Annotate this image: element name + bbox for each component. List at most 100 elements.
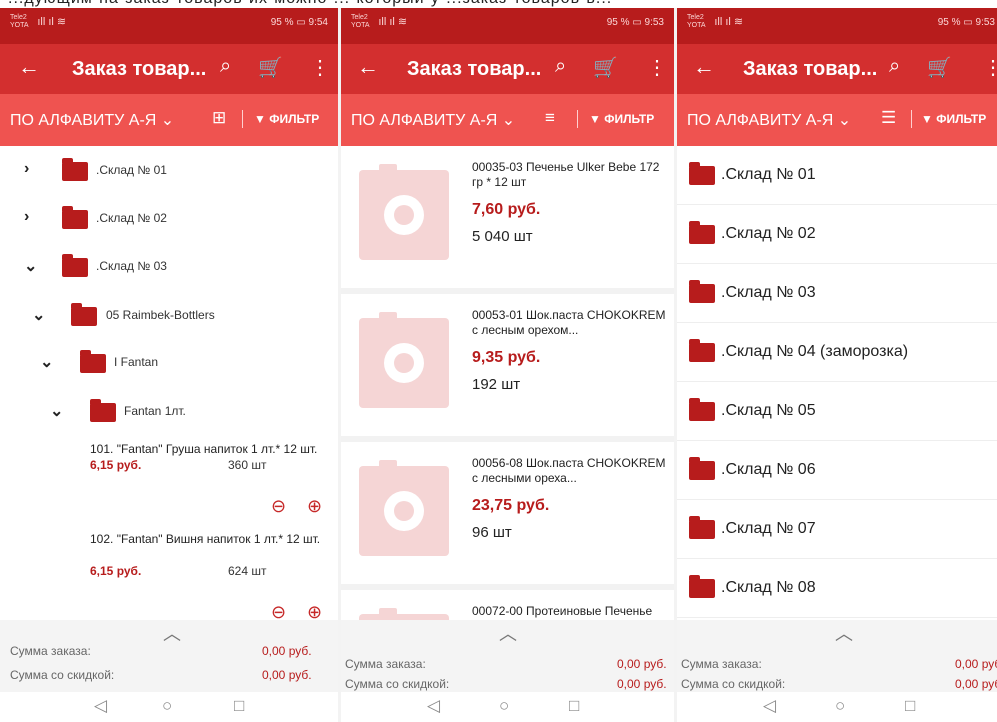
folder-icon bbox=[90, 399, 116, 422]
product-qty: 624 шт bbox=[228, 564, 267, 578]
page-title: Заказ товар... bbox=[407, 58, 542, 80]
warehouse-label: .Склад № 01 bbox=[721, 166, 816, 183]
chevron-down-icon[interactable]: ⌄ bbox=[50, 401, 63, 421]
filter-button[interactable]: ▼ ФИЛЬТР bbox=[254, 112, 319, 126]
screen-warehouse-list: Tele2 YOTA ıll ıl ≋ 95 % ▭ 9:53 ← Заказ т… bbox=[677, 8, 997, 722]
list-item[interactable]: .Склад № 05 bbox=[677, 382, 997, 441]
sort-dropdown[interactable]: ПО АЛФАВИТУ А-Я ⌄ bbox=[10, 110, 174, 130]
nav-recent-icon[interactable]: □ bbox=[569, 696, 579, 716]
warehouse-label: .Склад № 08 bbox=[721, 579, 816, 596]
product-item[interactable]: 102. "Fantan" Вишня напиток 1 лт.* 12 шт… bbox=[0, 532, 338, 620]
carrier-top: Tele2 bbox=[351, 14, 368, 21]
product-price: 6,15 руб. bbox=[90, 458, 142, 472]
warehouse-label: .Склад № 06 bbox=[721, 461, 816, 478]
back-arrow-icon[interactable]: ← bbox=[18, 54, 40, 80]
order-summary: ︿ Сумма заказа: 0,00 руб. Сумма со скидк… bbox=[677, 620, 997, 692]
list-item[interactable]: .Склад № 01 bbox=[677, 146, 997, 205]
chevron-up-icon[interactable]: ︿ bbox=[835, 620, 853, 646]
tree-node[interactable]: ⌄ 05 Raimbek-Bottlers bbox=[0, 303, 338, 326]
more-menu-icon[interactable]: ⋮ bbox=[647, 55, 667, 80]
order-summary: ︿ Сумма заказа: 0,00 руб. Сумма со скидк… bbox=[0, 620, 338, 692]
camera-placeholder-icon bbox=[359, 164, 449, 260]
product-name: 00053-01 Шок.паста CHOKOKREM с лесным ор… bbox=[472, 308, 666, 337]
filter-button[interactable]: ▼ ФИЛЬТР bbox=[589, 112, 654, 126]
tree-node[interactable]: ⌄ I Fantan bbox=[0, 350, 338, 373]
tree-node[interactable]: ⌄ .Склад № 03 bbox=[0, 254, 338, 277]
cart-icon[interactable]: 🛒 bbox=[927, 55, 952, 80]
folder-icon bbox=[689, 162, 715, 185]
nav-home-icon[interactable]: ○ bbox=[499, 696, 509, 716]
product-price: 23,75 руб. bbox=[472, 497, 550, 514]
minus-button[interactable]: ⊖ bbox=[271, 602, 286, 620]
system-nav-bar: ◁ ○ □ bbox=[0, 692, 338, 722]
list-item[interactable]: .Склад № 06 bbox=[677, 441, 997, 500]
chevron-right-icon[interactable]: › bbox=[24, 208, 29, 226]
status-bar: Tele2 YOTA ıll ıl ≋ 95 % ▭ 9:53 bbox=[341, 8, 674, 44]
nav-back-icon[interactable]: ◁ bbox=[427, 696, 440, 716]
tree-node-label: I Fantan bbox=[114, 355, 159, 369]
more-menu-icon[interactable]: ⋮ bbox=[310, 55, 330, 80]
carrier-bottom: YOTA bbox=[10, 22, 29, 29]
product-card[interactable]: 00053-01 Шок.паста CHOKOKREM с лесным ор… bbox=[341, 294, 674, 442]
list-item[interactable]: .Склад № 03 bbox=[677, 264, 997, 323]
carrier-info: Tele2 YOTA ıll ıl ≋ bbox=[351, 14, 407, 30]
minus-button[interactable]: ⊖ bbox=[271, 496, 286, 517]
warehouse-label: .Склад № 04 (заморозка) bbox=[721, 343, 909, 360]
discount-sum-value: 0,00 руб. bbox=[617, 677, 667, 691]
sort-dropdown[interactable]: ПО АЛФАВИТУ А-Я ⌄ bbox=[687, 110, 851, 130]
back-arrow-icon[interactable]: ← bbox=[357, 54, 379, 80]
search-icon[interactable]: ⌕ bbox=[889, 55, 900, 78]
nav-home-icon[interactable]: ○ bbox=[835, 696, 845, 716]
status-bar: Tele2 YOTA ıll ıl ≋ 95 % ▭ 9:53 bbox=[677, 8, 997, 44]
product-name: 00072-00 Протеиновые Печенье PROBIS с ка… bbox=[472, 604, 654, 620]
nav-back-icon[interactable]: ◁ bbox=[94, 696, 107, 716]
plus-button[interactable]: ⊕ bbox=[307, 496, 322, 517]
tree-view-icon[interactable]: ⊞ bbox=[212, 108, 226, 128]
screen-card-view: Tele2 YOTA ıll ıl ≋ 95 % ▭ 9:53 ← Заказ т… bbox=[341, 8, 674, 722]
list-item[interactable]: .Склад № 07 bbox=[677, 500, 997, 559]
nav-back-icon[interactable]: ◁ bbox=[763, 696, 776, 716]
product-card[interactable]: 00035-03 Печенье Ulker Bebe 172 гр * 12 … bbox=[341, 146, 674, 294]
list-view-icon[interactable]: ≡ bbox=[545, 108, 555, 128]
chevron-down-icon[interactable]: ⌄ bbox=[40, 352, 53, 372]
search-icon[interactable]: ⌕ bbox=[220, 55, 231, 78]
more-menu-icon[interactable]: ⋮ bbox=[983, 55, 997, 80]
tree-node[interactable]: ⌄ Fantan 1лт. bbox=[0, 399, 338, 422]
back-arrow-icon[interactable]: ← bbox=[693, 54, 715, 80]
filter-button[interactable]: ▼ ФИЛЬТР bbox=[921, 112, 986, 126]
list-item[interactable]: .Склад № 08 bbox=[677, 559, 997, 618]
order-sum-value: 0,00 руб. bbox=[617, 657, 667, 671]
sort-dropdown[interactable]: ПО АЛФАВИТУ А-Я ⌄ bbox=[351, 110, 515, 130]
product-name: 101. "Fantan" Груша напиток 1 лт.* 12 шт… bbox=[90, 442, 318, 456]
list-item[interactable]: .Склад № 04 (заморозка) bbox=[677, 323, 997, 382]
nav-recent-icon[interactable]: □ bbox=[234, 696, 244, 716]
folder-icon bbox=[689, 516, 715, 539]
list-item[interactable]: .Склад № 02 bbox=[677, 205, 997, 264]
sort-bar: ПО АЛФАВИТУ А-Я ⌄ ⊞ ▼ ФИЛЬТР bbox=[0, 94, 338, 146]
nav-recent-icon[interactable]: □ bbox=[905, 696, 915, 716]
discount-sum-value: 0,00 руб. bbox=[955, 677, 997, 691]
cart-icon[interactable]: 🛒 bbox=[593, 55, 618, 80]
discount-sum-value: 0,00 руб. bbox=[262, 668, 312, 682]
discount-sum-label: Сумма со скидкой: bbox=[681, 677, 786, 691]
tree-node-label: .Склад № 03 bbox=[96, 259, 167, 273]
card-view-icon[interactable]: ☰ bbox=[881, 108, 896, 128]
product-qty: 5 040 шт bbox=[472, 228, 533, 245]
tree-node[interactable]: › .Склад № 01 bbox=[0, 158, 338, 181]
product-qty: 360 шт bbox=[228, 458, 267, 472]
chevron-down-icon[interactable]: ⌄ bbox=[32, 305, 45, 325]
screen-tree-view: Tele2 YOTA ıll ıl ≋ 95 % ▭ 9:54 ← Заказ т… bbox=[0, 8, 338, 722]
product-card[interactable]: 00056-08 Шок.паста CHOKOKREM с лесными о… bbox=[341, 442, 674, 590]
order-sum-value: 0,00 руб. bbox=[262, 644, 312, 658]
search-icon[interactable]: ⌕ bbox=[555, 55, 566, 78]
cart-icon[interactable]: 🛒 bbox=[258, 55, 283, 80]
carrier-top: Tele2 bbox=[687, 14, 704, 21]
chevron-up-icon[interactable]: ︿ bbox=[499, 620, 517, 646]
nav-home-icon[interactable]: ○ bbox=[162, 696, 172, 716]
chevron-up-icon[interactable]: ︿ bbox=[163, 620, 181, 646]
product-card[interactable]: 00072-00 Протеиновые Печенье PROBIS с ка… bbox=[341, 590, 674, 620]
chevron-right-icon[interactable]: › bbox=[24, 160, 29, 178]
chevron-down-icon[interactable]: ⌄ bbox=[24, 256, 37, 276]
tree-node[interactable]: › .Склад № 02 bbox=[0, 206, 338, 229]
plus-button[interactable]: ⊕ bbox=[307, 602, 322, 620]
